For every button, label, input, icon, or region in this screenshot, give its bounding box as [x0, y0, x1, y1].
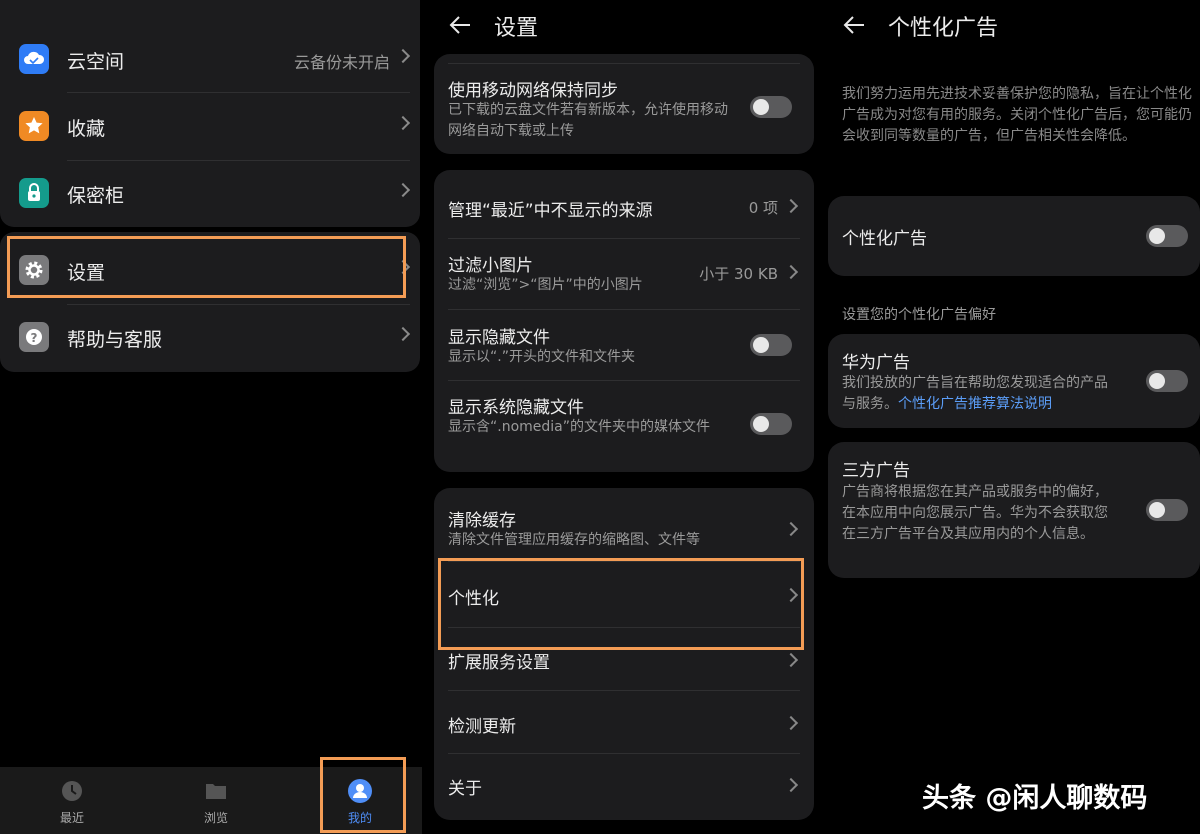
- clock-icon: [60, 779, 84, 803]
- star-icon: [19, 111, 49, 141]
- privacy-intro-text: 我们努力运用先进技术妥善保护您的隐私，旨在让个性化广告成为对您有用的服务。关闭个…: [842, 86, 1192, 144]
- chevron-right-icon: [395, 48, 411, 64]
- setting-title: 检测更新: [448, 717, 516, 737]
- setting-desc: 广告商将根据您在其产品或服务中的偏好，在本应用中向您展示广告。华为不会获取您在三…: [842, 484, 1108, 542]
- hidden-files-toggle[interactable]: [750, 334, 792, 356]
- setting-title: 三方广告: [842, 461, 910, 481]
- folder-icon: [204, 779, 228, 803]
- back-arrow-icon[interactable]: [842, 12, 868, 38]
- user-icon: [348, 779, 372, 803]
- setting-desc: 清除文件管理应用缓存的缩略图、文件等: [448, 532, 700, 548]
- setting-title: 个性化广告: [842, 229, 927, 249]
- files-me-panel: 云空间 云备份未开启 收藏 保密柜 设置 ? 帮助与客服 最近 浏览 我的: [0, 0, 422, 834]
- menu-item-favorites[interactable]: 收藏: [0, 94, 420, 161]
- chevron-right-icon: [395, 259, 411, 275]
- show-system-hidden-row[interactable]: 显示系统隐藏文件 显示含“.nomedia”的文件夹中的媒体文件: [434, 381, 814, 471]
- system-hidden-toggle[interactable]: [750, 413, 792, 435]
- setting-title: 显示系统隐藏文件: [448, 398, 584, 418]
- sync-row[interactable]: 使用移动网络保持同步 已下载的云盘文件若有新版本，允许使用移动网络自动下载或上传: [434, 70, 814, 150]
- tab-label: 浏览: [203, 811, 228, 825]
- tab-recent[interactable]: 最近: [22, 767, 122, 834]
- show-hidden-files-row[interactable]: 显示隐藏文件 显示以“.”开头的文件和文件夹: [434, 310, 814, 380]
- page-title: 设置: [494, 16, 539, 41]
- check-update-row[interactable]: 检测更新: [434, 691, 814, 753]
- third-party-ads-toggle[interactable]: [1146, 499, 1188, 521]
- menu-item-help[interactable]: ? 帮助与客服: [0, 305, 420, 372]
- sync-toggle[interactable]: [750, 96, 792, 118]
- divider: [448, 63, 800, 64]
- third-party-ads-card[interactable]: 三方广告 广告商将根据您在其产品或服务中的偏好，在本应用中向您展示广告。华为不会…: [828, 442, 1200, 578]
- menu-item-label: 保密柜: [67, 185, 125, 207]
- menu-card-top: 云空间 云备份未开启 收藏 保密柜: [0, 0, 420, 227]
- settings-card-sync: 使用移动网络保持同步 已下载的云盘文件若有新版本，允许使用移动网络自动下载或上传: [434, 54, 814, 154]
- cloud-icon: [19, 44, 49, 74]
- chevron-right-icon: [395, 115, 411, 131]
- divider: [67, 92, 410, 93]
- huawei-ads-card[interactable]: 华为广告 我们投放的广告旨在帮助您发现适合的产品与服务。个性化广告推荐算法说明: [828, 334, 1200, 428]
- svg-text:?: ?: [31, 331, 38, 345]
- menu-item-label: 云空间: [67, 51, 125, 73]
- chevron-right-icon: [783, 652, 799, 668]
- menu-item-label: 设置: [67, 262, 106, 284]
- menu-item-safe[interactable]: 保密柜: [0, 161, 420, 228]
- setting-title: 扩展服务设置: [448, 653, 550, 673]
- chevron-right-icon: [783, 587, 799, 603]
- setting-desc: 已下载的云盘文件若有新版本，允许使用移动网络自动下载或上传: [448, 102, 728, 139]
- personalized-ads-panel: 个性化广告 我们努力运用先进技术妥善保护您的隐私，旨在让个性化广告成为对您有用的…: [826, 0, 1200, 834]
- chevron-right-icon: [783, 264, 799, 280]
- chevron-right-icon: [783, 521, 799, 537]
- setting-desc: 显示以“.”开头的文件和文件夹: [448, 349, 635, 365]
- recent-sources-row[interactable]: 管理“最近”中不显示的来源 0 项: [434, 170, 814, 238]
- setting-value: 0 项: [748, 199, 778, 217]
- tab-label: 最近: [59, 811, 84, 825]
- chevron-right-icon: [395, 326, 411, 342]
- menu-item-label: 帮助与客服: [67, 329, 163, 351]
- lock-icon: [19, 178, 49, 208]
- settings-card-files: 管理“最近”中不显示的来源 0 项 过滤小图片 过滤“浏览”>“图片”中的小图片…: [434, 170, 814, 472]
- chevron-right-icon: [783, 198, 799, 214]
- chevron-right-icon: [783, 715, 799, 731]
- bottom-tab-bar: 最近 浏览 我的: [0, 767, 422, 834]
- gear-icon: [19, 255, 49, 285]
- about-row[interactable]: 关于: [434, 754, 814, 816]
- menu-item-settings[interactable]: 设置: [0, 238, 420, 305]
- setting-value: 小于 30 KB: [699, 265, 778, 283]
- page-title: 个性化广告: [888, 16, 999, 41]
- cloud-backup-status: 云备份未开启: [293, 53, 390, 72]
- menu-item-cloud[interactable]: 云空间 云备份未开启: [0, 27, 420, 94]
- setting-desc: 我们投放的广告旨在帮助您发现适合的产品与服务。个性化广告推荐算法说明: [842, 375, 1108, 412]
- clear-cache-row[interactable]: 清除缓存 清除文件管理应用缓存的缩略图、文件等: [434, 488, 814, 560]
- chevron-right-icon: [395, 182, 411, 198]
- setting-desc: 过滤“浏览”>“图片”中的小图片: [448, 277, 643, 293]
- personal-ads-toggle[interactable]: [1146, 225, 1188, 247]
- section-label: 设置您的个性化广告偏好: [842, 307, 996, 323]
- watermark: 头条 @闲人聊数码: [922, 783, 1148, 814]
- filter-small-images-row[interactable]: 过滤小图片 过滤“浏览”>“图片”中的小图片 小于 30 KB: [434, 239, 814, 309]
- personalize-row[interactable]: 个性化: [434, 562, 814, 626]
- setting-title: 过滤小图片: [448, 256, 533, 276]
- help-icon: ?: [19, 322, 49, 352]
- back-arrow-icon[interactable]: [448, 12, 474, 38]
- setting-title: 关于: [448, 779, 482, 799]
- menu-item-label: 收藏: [67, 118, 106, 140]
- setting-title: 使用移动网络保持同步: [448, 81, 618, 101]
- setting-desc: 显示含“.nomedia”的文件夹中的媒体文件: [448, 419, 711, 435]
- setting-title: 华为广告: [842, 353, 910, 373]
- personal-ads-card[interactable]: 个性化广告: [828, 196, 1200, 276]
- menu-card-bottom: 设置 ? 帮助与客服: [0, 232, 420, 372]
- setting-title: 显示隐藏文件: [448, 328, 550, 348]
- setting-title: 清除缓存: [448, 511, 516, 531]
- setting-title: 个性化: [448, 589, 499, 609]
- settings-card-other: 清除缓存 清除文件管理应用缓存的缩略图、文件等 个性化 扩展服务设置 检测更新 …: [434, 488, 814, 820]
- chevron-right-icon: [783, 777, 799, 793]
- huawei-ads-toggle[interactable]: [1146, 370, 1188, 392]
- extension-services-row[interactable]: 扩展服务设置: [434, 628, 814, 690]
- tab-me[interactable]: 我的: [310, 767, 410, 834]
- setting-title: 管理“最近”中不显示的来源: [448, 201, 653, 221]
- settings-panel: 设置 使用移动网络保持同步 已下载的云盘文件若有新版本，允许使用移动网络自动下载…: [422, 0, 826, 834]
- algorithm-link[interactable]: 个性化广告推荐算法说明: [898, 396, 1052, 412]
- tab-label: 我的: [347, 811, 372, 825]
- tab-browse[interactable]: 浏览: [166, 767, 266, 834]
